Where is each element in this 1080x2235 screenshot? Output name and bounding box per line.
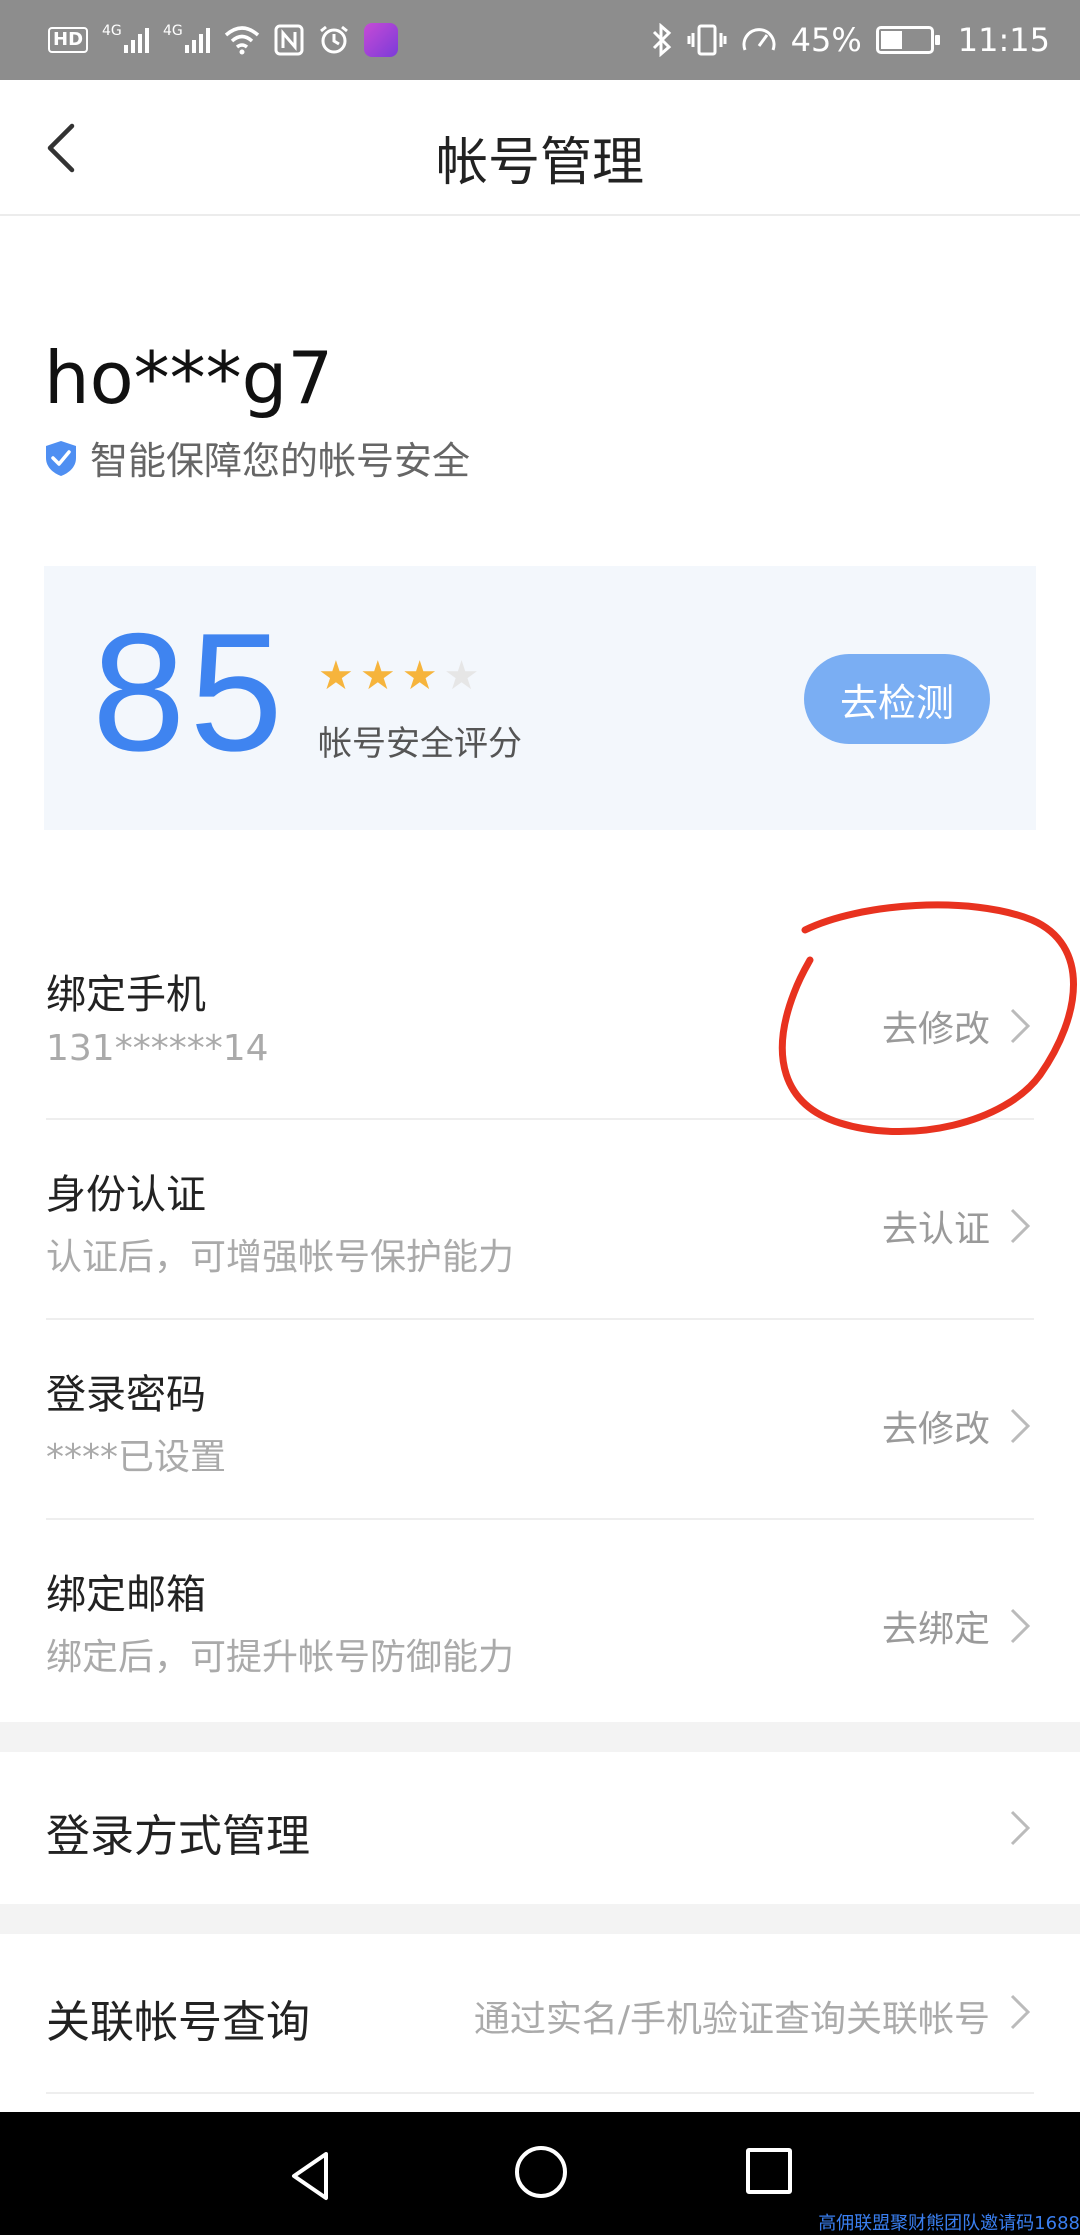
app-icon [364,23,399,57]
row-subtitle: 131******14 [46,1028,269,1069]
row-bind-email[interactable]: 绑定邮箱 绑定后，可提升帐号防御能力 去绑定 [0,1520,1080,1720]
battery-icon [875,26,940,54]
row-subtitle: 绑定后，可提升帐号防御能力 [46,1637,515,1678]
safety-line: 智能保障您的帐号安全 [44,430,470,485]
chevron-right-icon [1010,1994,1031,2030]
hd-icon: HD [48,27,89,53]
status-right: 45% 11:15 [651,18,1050,62]
row-identity[interactable]: 身份认证 认证后，可增强帐号保护能力 去认证 [0,1120,1080,1320]
row-subtitle: ****已设置 [46,1437,227,1478]
section-gap [0,1904,1080,1934]
nav-home-icon[interactable] [515,2146,567,2198]
divider [46,2092,1034,2094]
watermark-text: 高佣联盟聚财熊团队邀请码1688 [818,2213,1080,2234]
score-label: 帐号安全评分 [318,724,522,764]
alarm-icon [320,25,348,54]
system-nav-bar: 高佣联盟聚财熊团队邀请码1688 [0,2112,1080,2235]
section-gap [0,1722,1080,1752]
signal-icon: 4G [163,23,211,53]
score-stars: ★ ★ ★ ★ [318,656,479,696]
row-linked-accounts[interactable]: 关联帐号查询 通过实名/手机验证查询关联帐号 [0,1934,1080,2094]
wifi-icon [224,26,260,55]
row-action[interactable]: 去认证 [882,1200,990,1252]
row-subtitle: 认证后，可增强帐号保护能力 [46,1237,515,1278]
bluetooth-icon [652,23,671,57]
star-filled-icon: ★ [359,653,396,699]
nfc-icon [274,24,304,56]
username: ho***g7 [44,336,334,420]
row-title: 关联帐号查询 [46,1997,310,2048]
security-score: 85 [92,598,287,786]
page-title: 帐号管理 [435,133,644,193]
star-filled-icon: ★ [401,653,438,699]
chevron-right-icon [1010,1810,1031,1846]
check-security-button[interactable]: 去检测 [804,654,990,744]
row-title: 登录方式管理 [46,1811,310,1862]
clock: 11:15 [957,21,1050,59]
battery-percent: 45% [790,21,862,59]
signal-icon: 4G [102,23,150,53]
nav-recents-icon[interactable] [746,2148,792,2194]
shield-check-icon [46,440,76,476]
row-login-methods[interactable]: 登录方式管理 [0,1752,1080,1902]
chevron-right-icon [1010,1408,1031,1444]
red-circle-annotation [778,901,1077,1136]
row-hint: 通过实名/手机验证查询关联帐号 [473,1999,990,2040]
row-action[interactable]: 去修改 [882,1400,990,1452]
row-title: 身份认证 [46,1172,206,1218]
nav-back-icon[interactable] [284,2148,340,2204]
row-title: 绑定手机 [46,972,206,1018]
security-score-card: 85 ★ ★ ★ ★ 帐号安全评分 去检测 [44,566,1036,830]
row-login-password[interactable]: 登录密码 ****已设置 去修改 [0,1320,1080,1520]
status-left: HD 4G 4G [48,18,399,62]
vibrate-icon [687,24,727,56]
row-action[interactable]: 去绑定 [882,1600,990,1652]
star-empty-icon: ★ [443,653,480,699]
chevron-right-icon [1010,1608,1031,1644]
status-bar: HD 4G 4G 45% 11:15 [0,0,1080,80]
safety-text: 智能保障您的帐号安全 [90,439,471,483]
star-filled-icon: ★ [318,653,354,699]
row-title: 绑定邮箱 [46,1572,206,1618]
app-header: 帐号管理 [0,80,1080,216]
chevron-right-icon [1010,1208,1031,1244]
row-title: 登录密码 [46,1372,206,1418]
speed-icon [742,28,776,51]
